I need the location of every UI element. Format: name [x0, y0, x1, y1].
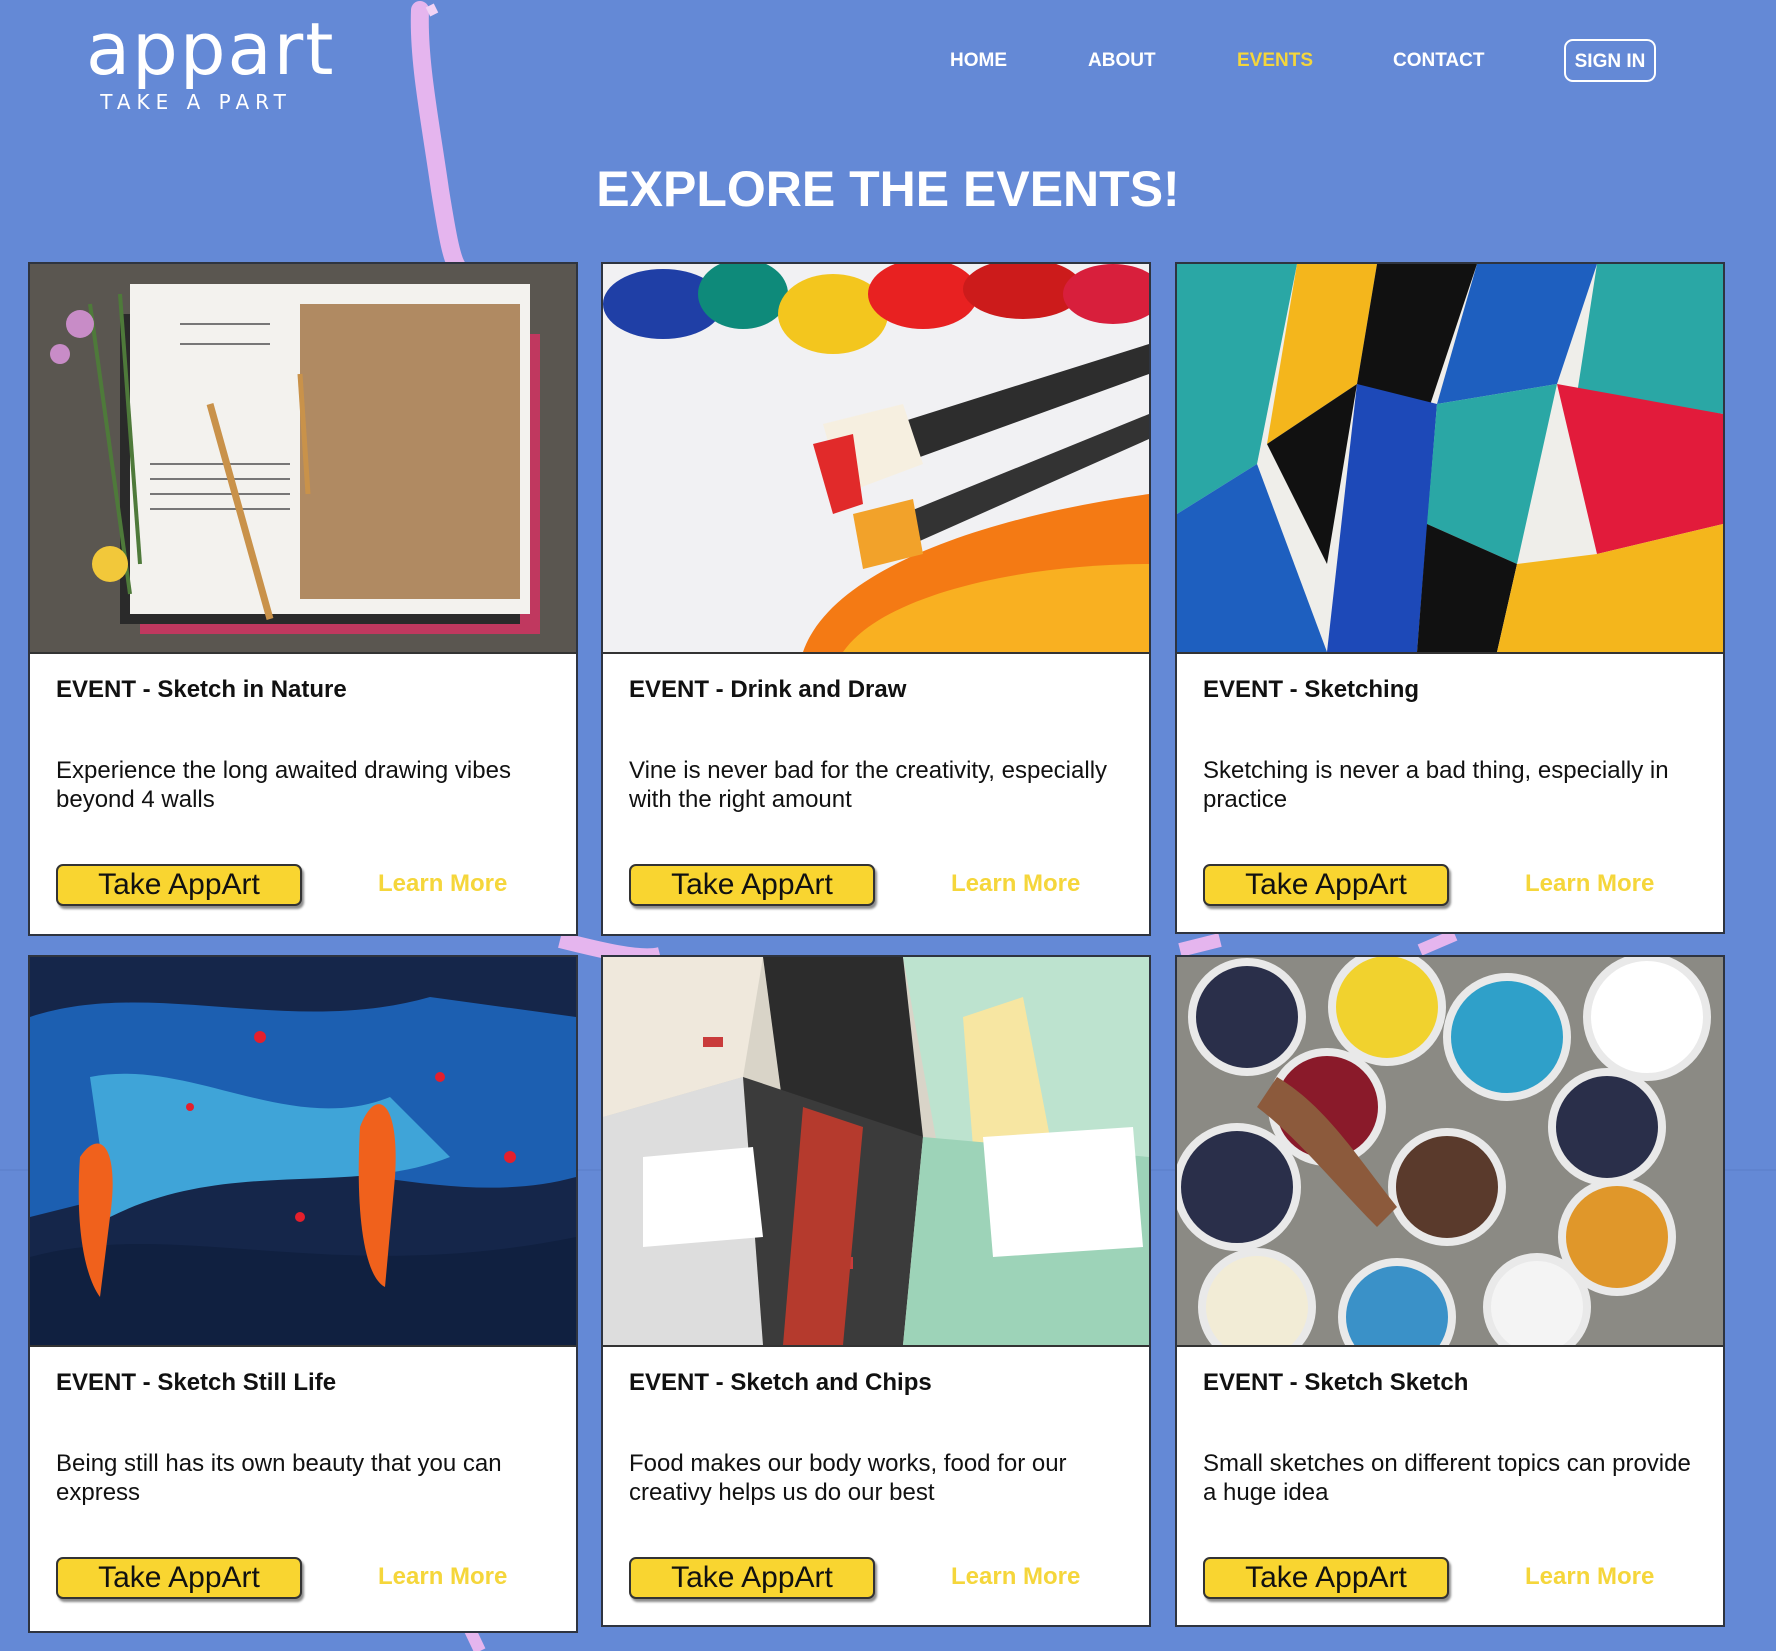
event-title: EVENT - Sketch and Chips — [629, 1369, 932, 1396]
event-description: Experience the long awaited drawing vibe… — [56, 757, 511, 813]
take-appart-button[interactable]: Take AppArt — [1203, 1557, 1449, 1599]
take-appart-button[interactable]: Take AppArt — [629, 1557, 875, 1599]
paintbrushes-paint-photo — [603, 264, 1149, 652]
event-card: EVENT - Sketch in Nature Experience the … — [28, 262, 578, 936]
event-title: EVENT - Sketch in Nature — [56, 676, 347, 703]
nav-contact[interactable]: CONTACT — [1393, 50, 1484, 72]
take-appart-button[interactable]: Take AppArt — [56, 1557, 302, 1599]
learn-more-link[interactable]: Learn More — [378, 1563, 507, 1591]
take-appart-button[interactable]: Take AppArt — [1203, 864, 1449, 906]
geometric-mural-photo — [1177, 264, 1723, 652]
event-title: EVENT - Sketching — [1203, 676, 1420, 703]
learn-more-link[interactable]: Learn More — [951, 1563, 1080, 1591]
learn-more-link[interactable]: Learn More — [1525, 870, 1654, 898]
sketchbook-flowers-photo — [30, 264, 576, 652]
event-image — [603, 264, 1149, 654]
learn-more-link[interactable]: Learn More — [951, 870, 1080, 898]
event-image — [1177, 957, 1723, 1347]
event-image — [30, 264, 576, 654]
event-image — [603, 957, 1149, 1347]
take-appart-button[interactable]: Take AppArt — [629, 864, 875, 906]
event-description: Food makes our body works, food for our … — [629, 1450, 1067, 1506]
torn-posters-photo — [603, 957, 1149, 1345]
event-card: EVENT - Drink and Draw Vine is never bad… — [601, 262, 1151, 936]
abstract-painting-photo — [30, 957, 576, 1345]
take-appart-button[interactable]: Take AppArt — [56, 864, 302, 906]
event-title: EVENT - Sketch Sketch — [1203, 1369, 1469, 1396]
page-title: EXPLORE THE EVENTS! — [596, 161, 1180, 217]
event-card: EVENT - Sketch Sketch Small sketches on … — [1175, 955, 1725, 1627]
event-title: EVENT - Drink and Draw — [629, 676, 907, 703]
event-card: EVENT - Sketch and Chips Food makes our … — [601, 955, 1151, 1627]
event-image — [1177, 264, 1723, 654]
event-title: EVENT - Sketch Still Life — [56, 1369, 337, 1396]
event-description: Vine is never bad for the creativity, es… — [629, 757, 1108, 813]
site-header: appart TAKE A PART HOME ABOUT EVENTS CON… — [0, 0, 1776, 140]
nav-about[interactable]: ABOUT — [1088, 50, 1156, 72]
event-description: Being still has its own beauty that you … — [56, 1450, 502, 1506]
event-card: EVENT - Sketch Still Life Being still ha… — [28, 955, 578, 1633]
sign-in-button[interactable]: SIGN IN — [1564, 39, 1656, 82]
event-card: EVENT - Sketching Sketching is never a b… — [1175, 262, 1725, 934]
nav-home[interactable]: HOME — [950, 50, 1007, 72]
learn-more-link[interactable]: Learn More — [1525, 1563, 1654, 1591]
learn-more-link[interactable]: Learn More — [378, 870, 507, 898]
event-image — [30, 957, 576, 1347]
logo[interactable]: appart TAKE A PART — [86, 6, 336, 114]
paint-buckets-photo — [1177, 957, 1723, 1345]
event-description: Sketching is never a bad thing, especial… — [1203, 757, 1669, 813]
event-description: Small sketches on different topics can p… — [1203, 1450, 1691, 1506]
logo-tagline: TAKE A PART — [100, 90, 292, 114]
nav-events[interactable]: EVENTS — [1237, 50, 1313, 72]
logo-wordmark: appart — [86, 7, 336, 91]
